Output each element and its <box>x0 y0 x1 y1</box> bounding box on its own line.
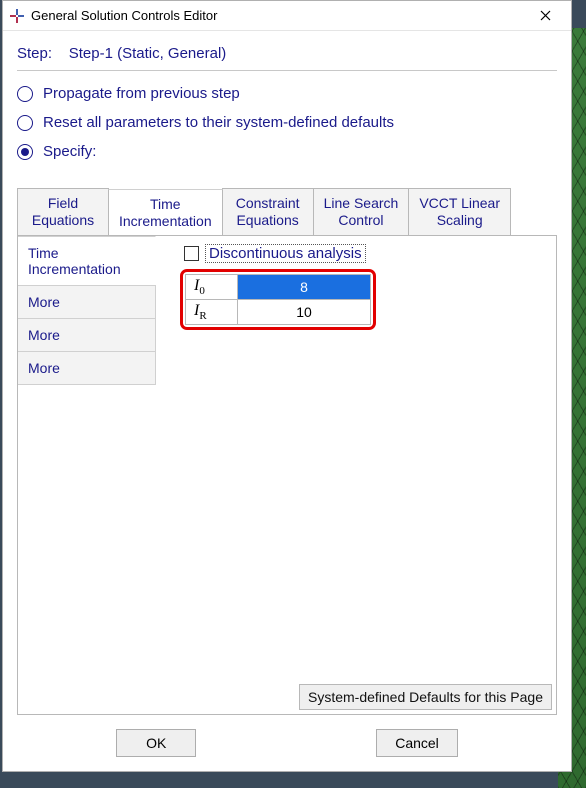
option-reset-label: Reset all parameters to their system-def… <box>43 114 394 131</box>
panel-main: Discontinuous analysis I0 8 <box>156 236 556 714</box>
side-nav-more-2[interactable]: More <box>18 318 156 352</box>
discontinuous-row: Discontinuous analysis <box>158 242 548 269</box>
tab-time-incrementation[interactable]: Time Incrementation <box>108 189 223 236</box>
side-nav-time-incrementation[interactable]: Time Incrementation <box>18 236 156 286</box>
close-button[interactable] <box>525 2 565 30</box>
radio-icon <box>17 86 33 102</box>
tab-vcct-linear-scaling[interactable]: VCCT Linear Scaling <box>408 188 511 235</box>
option-propagate-label: Propagate from previous step <box>43 85 240 102</box>
radio-icon <box>17 144 33 160</box>
param-row-IR[interactable]: IR 10 <box>186 299 371 324</box>
tab-field-equations[interactable]: Field Equations <box>17 188 109 235</box>
tab-constraint-equations[interactable]: Constraint Equations <box>222 188 314 235</box>
close-icon <box>540 10 551 21</box>
step-value: Step-1 (Static, General) <box>69 45 227 62</box>
param-IR-label: IR <box>186 299 238 324</box>
ok-button[interactable]: OK <box>116 729 196 757</box>
param-row-I0[interactable]: I0 8 <box>186 274 371 299</box>
titlebar: General Solution Controls Editor <box>3 1 571 31</box>
tab-line-search-control[interactable]: Line Search Control <box>313 188 410 235</box>
param-table: I0 8 IR 10 <box>185 274 371 325</box>
tabs-area: Field Equations Time Incrementation Cons… <box>17 188 557 715</box>
step-row: Step: Step-1 (Static, General) <box>17 41 557 70</box>
param-IR-value[interactable]: 10 <box>238 299 371 324</box>
dialog-footer: OK Cancel <box>3 715 571 771</box>
step-label: Step: <box>17 45 52 62</box>
highlight-box: I0 8 IR 10 <box>180 269 376 330</box>
param-I0-label: I0 <box>186 274 238 299</box>
discontinuous-label: Discontinuous analysis <box>205 244 366 263</box>
param-I0-value[interactable]: 8 <box>238 274 371 299</box>
cancel-button[interactable]: Cancel <box>376 729 458 757</box>
side-nav: Time Incrementation More More More <box>18 236 156 714</box>
window-title: General Solution Controls Editor <box>31 8 525 23</box>
divider <box>17 70 557 71</box>
system-defaults-button[interactable]: System-defined Defaults for this Page <box>299 684 552 710</box>
option-reset[interactable]: Reset all parameters to their system-def… <box>17 108 557 137</box>
option-propagate[interactable]: Propagate from previous step <box>17 79 557 108</box>
side-nav-more-3[interactable]: More <box>18 351 156 385</box>
dialog-content: Step: Step-1 (Static, General) Propagate… <box>3 31 571 715</box>
tab-panel: Time Incrementation More More More Disco… <box>17 235 557 715</box>
side-nav-more-1[interactable]: More <box>18 285 156 319</box>
discontinuous-checkbox[interactable] <box>184 246 199 261</box>
solution-controls-dialog: General Solution Controls Editor Step: S… <box>2 0 572 772</box>
tab-row: Field Equations Time Incrementation Cons… <box>17 188 557 235</box>
option-specify-label: Specify: <box>43 143 96 160</box>
radio-icon <box>17 115 33 131</box>
app-icon <box>9 8 25 24</box>
option-specify[interactable]: Specify: <box>17 137 557 166</box>
